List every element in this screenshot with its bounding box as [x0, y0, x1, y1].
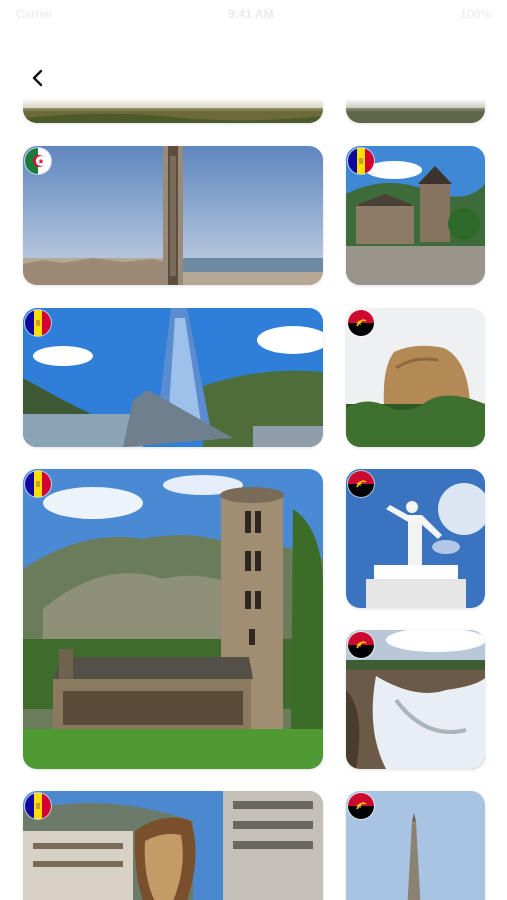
gallery-card[interactable]	[23, 308, 323, 447]
battery-label: 100%	[460, 7, 491, 21]
gallery-card[interactable]	[346, 308, 485, 447]
gallery-card[interactable]	[346, 469, 485, 608]
gallery-card[interactable]	[23, 146, 323, 285]
andorra-flag-icon	[25, 310, 51, 336]
melting-clock-sculpture-photo	[23, 791, 323, 900]
gallery-card[interactable]	[346, 146, 485, 285]
glass-spa-photo	[23, 308, 323, 447]
status-bar-overlay: Carrier 9:41 AM 100%	[0, 0, 507, 30]
angola-flag-icon	[348, 471, 374, 497]
gallery-card[interactable]	[23, 469, 323, 769]
back-button[interactable]	[22, 62, 54, 94]
andorra-flag-icon	[25, 793, 51, 819]
angola-flag-icon	[348, 310, 374, 336]
photo-gallery	[0, 0, 507, 900]
carrier-label: Carrier	[16, 7, 53, 21]
gallery-card[interactable]	[346, 791, 485, 900]
romanesque-church-photo	[23, 469, 323, 769]
city-tower-photo	[23, 146, 323, 285]
andorra-flag-icon	[25, 471, 51, 497]
gallery-card[interactable]	[346, 630, 485, 769]
chevron-left-icon	[32, 69, 43, 87]
angola-flag-icon	[348, 632, 374, 658]
gallery-card[interactable]	[23, 791, 323, 900]
status-time: 9:41 AM	[228, 7, 274, 21]
angola-flag-icon	[348, 793, 374, 819]
andorra-flag-icon	[348, 148, 374, 174]
algeria-flag-icon	[25, 148, 51, 174]
